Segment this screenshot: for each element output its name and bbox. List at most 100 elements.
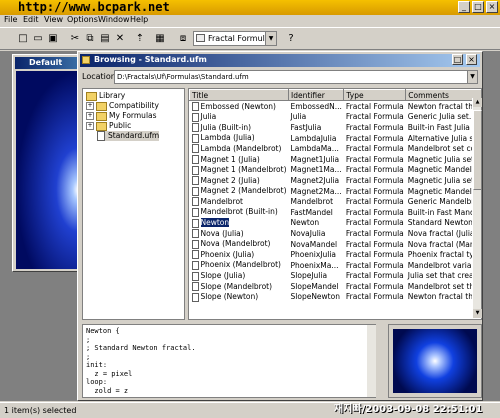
parent-folder-icon[interactable]: ⇡ bbox=[133, 32, 147, 46]
column-header-type[interactable]: Type bbox=[343, 89, 407, 101]
table-row[interactable]: Slope (Julia) SlopeJulia Fractal Formula Ju… bbox=[190, 271, 481, 282]
table-row[interactable]: Mandelbrot Mandelbrot Fractal Formula Gener… bbox=[190, 196, 482, 207]
tree-item-public[interactable]: + Public bbox=[86, 121, 131, 131]
menu-window[interactable]: Window bbox=[98, 15, 130, 24]
formula-type-select[interactable]: Fractal Formulas ▼ bbox=[193, 31, 277, 46]
table-row[interactable]: Phoenix (Julia) PhoenixJulia Fractal Formu… bbox=[190, 249, 481, 260]
close-button[interactable]: × bbox=[486, 1, 498, 13]
save-icon[interactable]: ▣ bbox=[46, 32, 60, 46]
list-scroll-thumb[interactable] bbox=[473, 110, 482, 190]
menu-view[interactable]: View bbox=[44, 15, 63, 24]
location-field[interactable]: D:\Fractals\Uf\Formulas\Standard.ufm ▼ bbox=[114, 70, 478, 84]
menu-edit[interactable]: Edit bbox=[23, 15, 39, 24]
cell-title: Lambda (Julia) bbox=[190, 133, 289, 144]
cell-title-text: Magnet 2 (Mandelbrot) bbox=[200, 186, 287, 196]
table-row[interactable]: Lambda (Julia) LambdaJulia Fractal Formula… bbox=[190, 133, 482, 144]
menu-file[interactable]: File bbox=[4, 15, 17, 24]
tree-item-compatibility[interactable]: + Compatibility bbox=[86, 101, 159, 111]
expand-icon[interactable]: + bbox=[86, 112, 94, 120]
tree-item-my-formulas[interactable]: + My Formulas bbox=[86, 111, 157, 121]
table-row[interactable]: Magnet 2 (Mandelbrot) Magnet2Ma... Fractal… bbox=[190, 186, 482, 197]
cell-title-text: Nova (Julia) bbox=[200, 228, 244, 238]
cell-identifier: Julia bbox=[290, 112, 307, 122]
folder-tree: Library + Compatibility + My Formulas + Pub… bbox=[82, 88, 185, 320]
menu-help[interactable]: Help bbox=[130, 15, 148, 24]
cell-title-text: Julia (Built-in) bbox=[200, 122, 252, 132]
tree-item-library[interactable]: Library bbox=[86, 91, 125, 101]
cell-comments: Magnetic Julia set ty bbox=[407, 154, 482, 164]
cell-identifier: LambdaMa... bbox=[290, 144, 339, 154]
cut-icon[interactable]: ✂ bbox=[68, 32, 82, 46]
table-row[interactable]: Phoenix (Mandelbrot) PhoenixMa... Fractal … bbox=[190, 260, 481, 271]
paste-icon[interactable]: ▤ bbox=[98, 32, 112, 46]
formula-file-icon bbox=[191, 165, 199, 175]
cell-identifier: FastJulia bbox=[290, 122, 322, 132]
cell-title-text: Phoenix (Mandelbrot) bbox=[200, 260, 281, 270]
table-header-row: Title Identifier Type Comments bbox=[189, 89, 481, 101]
table-row[interactable]: Nova (Julia) NovaJulia Fractal Formula Nova… bbox=[190, 228, 481, 239]
column-header-identifier[interactable]: Identifier bbox=[288, 89, 345, 101]
expand-icon[interactable]: + bbox=[86, 102, 94, 110]
table-row[interactable]: Nova (Mandelbrot) NovaMandel Fractal Formu… bbox=[190, 239, 481, 250]
delete-icon[interactable]: ✕ bbox=[113, 32, 127, 46]
fractal-window[interactable]: Default bbox=[12, 54, 82, 272]
column-header-comments[interactable]: Comments bbox=[405, 89, 481, 101]
cell-comments: Magnetic Mandelbro bbox=[407, 186, 482, 196]
cell-title-text: Julia bbox=[200, 112, 217, 122]
cell-comments: Generic Mandelbrot bbox=[407, 197, 482, 207]
timestamp-watermark: 재지빠/2003-09-08 22:51:01 bbox=[334, 404, 483, 415]
chevron-down-icon[interactable]: ▼ bbox=[265, 32, 276, 45]
cell-type: Fractal Formula bbox=[345, 154, 404, 164]
browse-folder-icon[interactable]: ▦ bbox=[153, 32, 167, 46]
status-text: 1 item(s) selected bbox=[4, 406, 77, 415]
code-line: zold = z bbox=[86, 386, 129, 395]
table-row[interactable]: Julia (Built-in) FastJulia Fractal Formula… bbox=[190, 122, 481, 133]
tree-item-standard-ufm[interactable]: Standard.ufm bbox=[97, 131, 160, 141]
cell-type: Fractal Formula bbox=[345, 133, 404, 143]
scroll-up-icon[interactable]: ▲ bbox=[473, 98, 482, 107]
table-row[interactable]: Lambda (Mandelbrot) LambdaMa... Fractal Fo… bbox=[190, 143, 481, 154]
cell-title: Magnet 1 (Mandelbrot) bbox=[190, 165, 289, 176]
formula-file-icon bbox=[191, 144, 199, 154]
copy-icon[interactable]: ⧉ bbox=[83, 32, 97, 46]
preview-pane bbox=[388, 324, 482, 398]
browse-close-button[interactable]: × bbox=[466, 54, 477, 65]
expand-icon[interactable]: + bbox=[86, 122, 94, 130]
cell-type: Fractal Formula bbox=[345, 271, 404, 281]
table-row[interactable]: Newton Newton Fractal Formula Standard Newt… bbox=[190, 218, 482, 229]
table-row[interactable]: Magnet 1 (Mandelbrot) Magnet1Ma... Fractal… bbox=[190, 165, 481, 176]
table-row[interactable]: Embossed (Newton) EmbossedN... Fractal For… bbox=[190, 101, 482, 112]
browse-maximize-button[interactable]: □ bbox=[452, 54, 463, 65]
table-row[interactable]: Slope (Mandelbrot) SlopeMandel Fractal For… bbox=[190, 281, 481, 292]
formula-code-pane[interactable]: Newton {;; Standard Newton fractal.; init… bbox=[82, 324, 376, 398]
formula-table: Title Identifier Type Comments Embossed … bbox=[189, 89, 482, 303]
minimize-button[interactable]: _ bbox=[458, 1, 470, 13]
table-row[interactable]: Magnet 2 (Julia) Magnet2Julia Fractal Form… bbox=[190, 175, 481, 186]
maximize-button[interactable]: □ bbox=[472, 1, 484, 13]
column-header-title[interactable]: Title bbox=[189, 89, 290, 101]
folder-icon bbox=[96, 121, 107, 131]
cell-type: Fractal Formula bbox=[345, 292, 404, 302]
browsing-window: Browsing - Standard.ufm □ × Location: D:… bbox=[77, 51, 483, 401]
browsing-window-title-bar[interactable]: Browsing - Standard.ufm □ × bbox=[80, 54, 480, 67]
formula-type-icon[interactable]: ⧈ bbox=[176, 32, 190, 46]
code-scrollbar[interactable] bbox=[367, 325, 376, 397]
menu-options[interactable]: Options bbox=[67, 15, 98, 24]
scroll-down-icon[interactable]: ▼ bbox=[473, 309, 482, 318]
cell-comments: Standard Newton fra bbox=[407, 218, 482, 228]
formula-file-icon bbox=[191, 218, 199, 228]
list-scrollbar[interactable]: ▲ ▼ bbox=[472, 98, 482, 318]
table-row[interactable]: Julia Julia Fractal Formula Generic Julia s… bbox=[190, 112, 482, 123]
location-dropdown-icon[interactable]: ▼ bbox=[467, 71, 477, 83]
fractal-image[interactable] bbox=[16, 71, 78, 269]
table-row[interactable]: Mandelbrot (Built-in) FastMandel Fractal F… bbox=[190, 207, 481, 218]
new-file-icon[interactable]: □ bbox=[16, 32, 30, 46]
cell-identifier: PhoenixJulia bbox=[290, 250, 336, 260]
open-folder-icon[interactable]: ▭ bbox=[31, 32, 45, 46]
cell-title-text: Mandelbrot (Built-in) bbox=[200, 207, 278, 217]
fractal-window-title[interactable]: Default bbox=[15, 57, 79, 69]
help-icon[interactable]: ? bbox=[284, 32, 298, 46]
cell-title: Mandelbrot bbox=[190, 196, 289, 207]
table-row[interactable]: Slope (Newton) SlopeNewton Fractal Formula… bbox=[190, 292, 482, 303]
table-row[interactable]: Magnet 1 (Julia) Magnet1Julia Fractal Form… bbox=[190, 154, 482, 165]
